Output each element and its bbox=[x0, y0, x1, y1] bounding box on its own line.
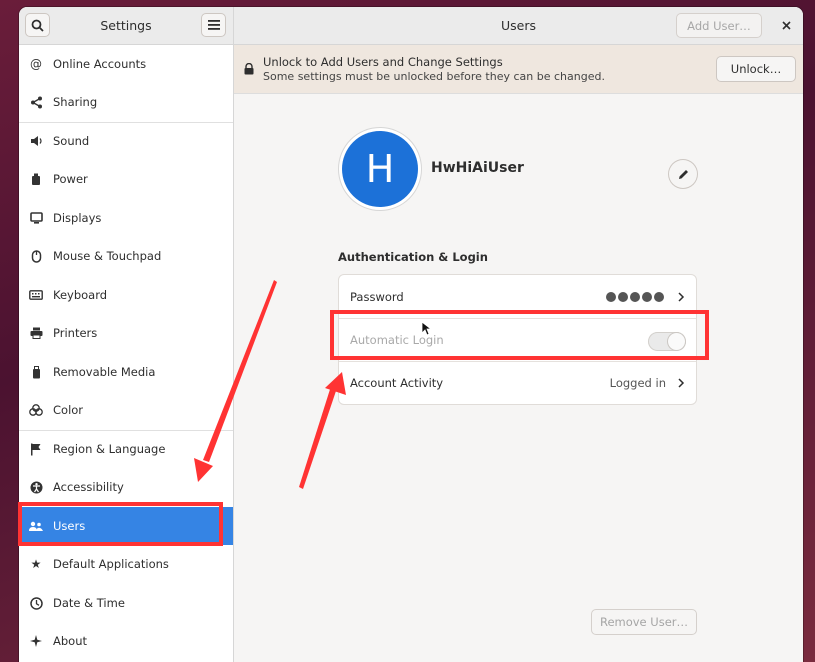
accessibility-icon bbox=[29, 480, 43, 494]
lock-icon bbox=[244, 63, 254, 75]
hamburger-menu-icon bbox=[207, 20, 220, 30]
sidebar-item-label: Removable Media bbox=[53, 365, 156, 379]
main-header: Users Add User… bbox=[234, 7, 803, 45]
infobar-title: Unlock to Add Users and Change Settings bbox=[263, 55, 503, 69]
unlock-button[interactable]: Unlock… bbox=[716, 56, 796, 82]
unlock-infobar: Unlock to Add Users and Change Settings … bbox=[234, 45, 803, 94]
sidebar-item-region-language[interactable]: Region & Language bbox=[19, 430, 233, 468]
password-label: Password bbox=[350, 289, 404, 304]
chevron-right-icon bbox=[678, 378, 685, 388]
keyboard-icon bbox=[29, 288, 43, 302]
account-activity-label: Account Activity bbox=[350, 376, 444, 390]
chevron-right-icon bbox=[678, 291, 685, 302]
close-button[interactable] bbox=[775, 14, 797, 36]
share-icon bbox=[29, 95, 43, 109]
sidebar-item-label: Displays bbox=[53, 211, 102, 225]
sidebar-item-users[interactable]: Users bbox=[19, 507, 233, 545]
printer-icon bbox=[29, 326, 43, 340]
main-menu-button[interactable] bbox=[201, 13, 226, 37]
account-activity-row[interactable]: Account Activity Logged in bbox=[339, 361, 696, 404]
avatar-letter: H bbox=[342, 131, 418, 207]
sidebar-item-displays[interactable]: Displays bbox=[19, 199, 233, 237]
add-user-button[interactable]: Add User… bbox=[676, 13, 762, 38]
sidebar-item-label: Keyboard bbox=[53, 288, 108, 302]
sidebar-item-about[interactable]: About bbox=[19, 622, 233, 660]
sidebar-item-keyboard[interactable]: Keyboard bbox=[19, 276, 233, 314]
close-icon bbox=[781, 20, 791, 30]
users-panel: H HwHiAiUser Authentication & Login Pass… bbox=[234, 94, 803, 662]
avatar[interactable]: H bbox=[339, 128, 421, 210]
sidebar-item-label: Region & Language bbox=[53, 442, 166, 456]
display-icon bbox=[29, 211, 43, 225]
sidebar-item-label: Color bbox=[53, 403, 84, 417]
power-icon bbox=[29, 172, 43, 186]
sidebar-item-color[interactable]: Color bbox=[19, 391, 233, 429]
sidebar-item-label: Online Accounts bbox=[53, 57, 147, 71]
users-icon bbox=[29, 519, 43, 533]
pencil-icon bbox=[678, 169, 688, 179]
automatic-login-toggle[interactable] bbox=[648, 332, 686, 351]
password-row[interactable]: Password bbox=[339, 275, 696, 318]
automatic-login-row: Automatic Login bbox=[339, 318, 696, 361]
toggle-knob bbox=[668, 333, 685, 350]
sidebar-item-label: Power bbox=[53, 172, 88, 186]
sidebar-item-accessibility[interactable]: Accessibility bbox=[19, 468, 233, 506]
sidebar-item-label: Users bbox=[53, 519, 86, 533]
sidebar-item-label: Date & Time bbox=[53, 596, 125, 610]
speaker-icon bbox=[29, 134, 43, 148]
sidebar-item-online-accounts[interactable]: @ Online Accounts bbox=[19, 45, 233, 83]
user-name: HwHiAiUser bbox=[431, 160, 524, 176]
sparkle-icon bbox=[29, 634, 43, 648]
settings-window: Settings @ Online Accounts Sharing Sound… bbox=[19, 7, 803, 662]
auth-list: Password Automatic Login Account Activit… bbox=[338, 274, 697, 405]
section-title: Authentication & Login bbox=[338, 250, 488, 264]
sidebar-item-sharing[interactable]: Sharing bbox=[19, 83, 233, 121]
sidebar-item-label: About bbox=[53, 634, 88, 648]
sidebar: @ Online Accounts Sharing Sound Power Di… bbox=[19, 45, 234, 662]
sidebar-item-label: Mouse & Touchpad bbox=[53, 249, 162, 263]
sidebar-item-label: Sharing bbox=[53, 95, 98, 109]
account-activity-value: Logged in bbox=[609, 376, 666, 390]
sidebar-item-removable-media[interactable]: Removable Media bbox=[19, 353, 233, 391]
edit-name-button[interactable] bbox=[669, 160, 697, 188]
mouse-cursor-icon bbox=[421, 321, 432, 336]
usb-drive-icon bbox=[29, 365, 43, 379]
sidebar-item-date-time[interactable]: Date & Time bbox=[19, 584, 233, 622]
sidebar-item-sound[interactable]: Sound bbox=[19, 122, 233, 160]
remove-user-button[interactable]: Remove User… bbox=[591, 609, 697, 635]
color-circles-icon bbox=[29, 403, 43, 417]
sidebar-item-printers[interactable]: Printers bbox=[19, 314, 233, 352]
sidebar-item-label: Sound bbox=[53, 134, 90, 148]
clock-icon bbox=[29, 596, 43, 610]
at-sign-icon: @ bbox=[30, 57, 42, 71]
sidebar-header: Settings bbox=[19, 7, 234, 45]
password-dots bbox=[606, 291, 664, 302]
sidebar-item-label: Printers bbox=[53, 326, 98, 340]
infobar-subtitle: Some settings must be unlocked before th… bbox=[263, 70, 605, 83]
sidebar-item-power[interactable]: Power bbox=[19, 160, 233, 198]
sidebar-item-default-applications[interactable]: ★ Default Applications bbox=[19, 545, 233, 583]
star-icon: ★ bbox=[30, 557, 42, 571]
sidebar-item-label: Accessibility bbox=[53, 480, 124, 494]
sidebar-item-label: Default Applications bbox=[53, 557, 169, 571]
sidebar-item-mouse-touchpad[interactable]: Mouse & Touchpad bbox=[19, 237, 233, 275]
mouse-icon bbox=[29, 249, 43, 263]
flag-icon bbox=[29, 442, 43, 456]
